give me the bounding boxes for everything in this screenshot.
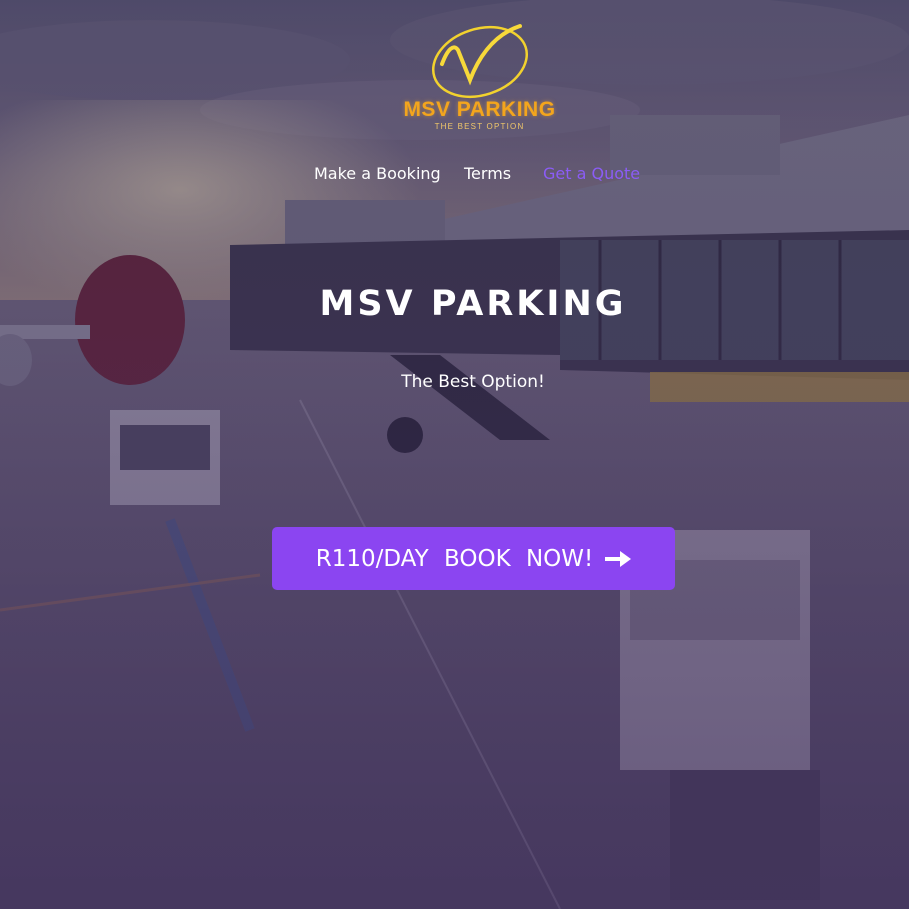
logo-tagline: THE BEST OPTION xyxy=(434,122,525,131)
book-now-label: R110/DAY BOOK NOW! xyxy=(315,545,594,572)
nav-item-get-a-quote[interactable]: Get a Quote xyxy=(543,164,640,183)
arrow-right-icon xyxy=(605,550,632,567)
hero-section: MSV PARKING THE BEST OPTION Make a Booki… xyxy=(0,0,909,909)
hero-subtitle: The Best Option! xyxy=(401,372,545,392)
book-now-button[interactable]: R110/DAY BOOK NOW! xyxy=(272,527,675,590)
site-logo[interactable]: MSV PARKING THE BEST OPTION xyxy=(0,18,909,138)
main-nav: Make a Booking Terms Get a Quote xyxy=(0,164,909,188)
logo-v-icon xyxy=(431,24,529,98)
logo-wordmark: MSV PARKING xyxy=(403,98,556,121)
hero-title: MSV PARKING xyxy=(319,284,627,324)
nav-item-make-a-booking[interactable]: Make a Booking xyxy=(314,164,441,183)
nav-item-terms[interactable]: Terms xyxy=(464,164,511,183)
